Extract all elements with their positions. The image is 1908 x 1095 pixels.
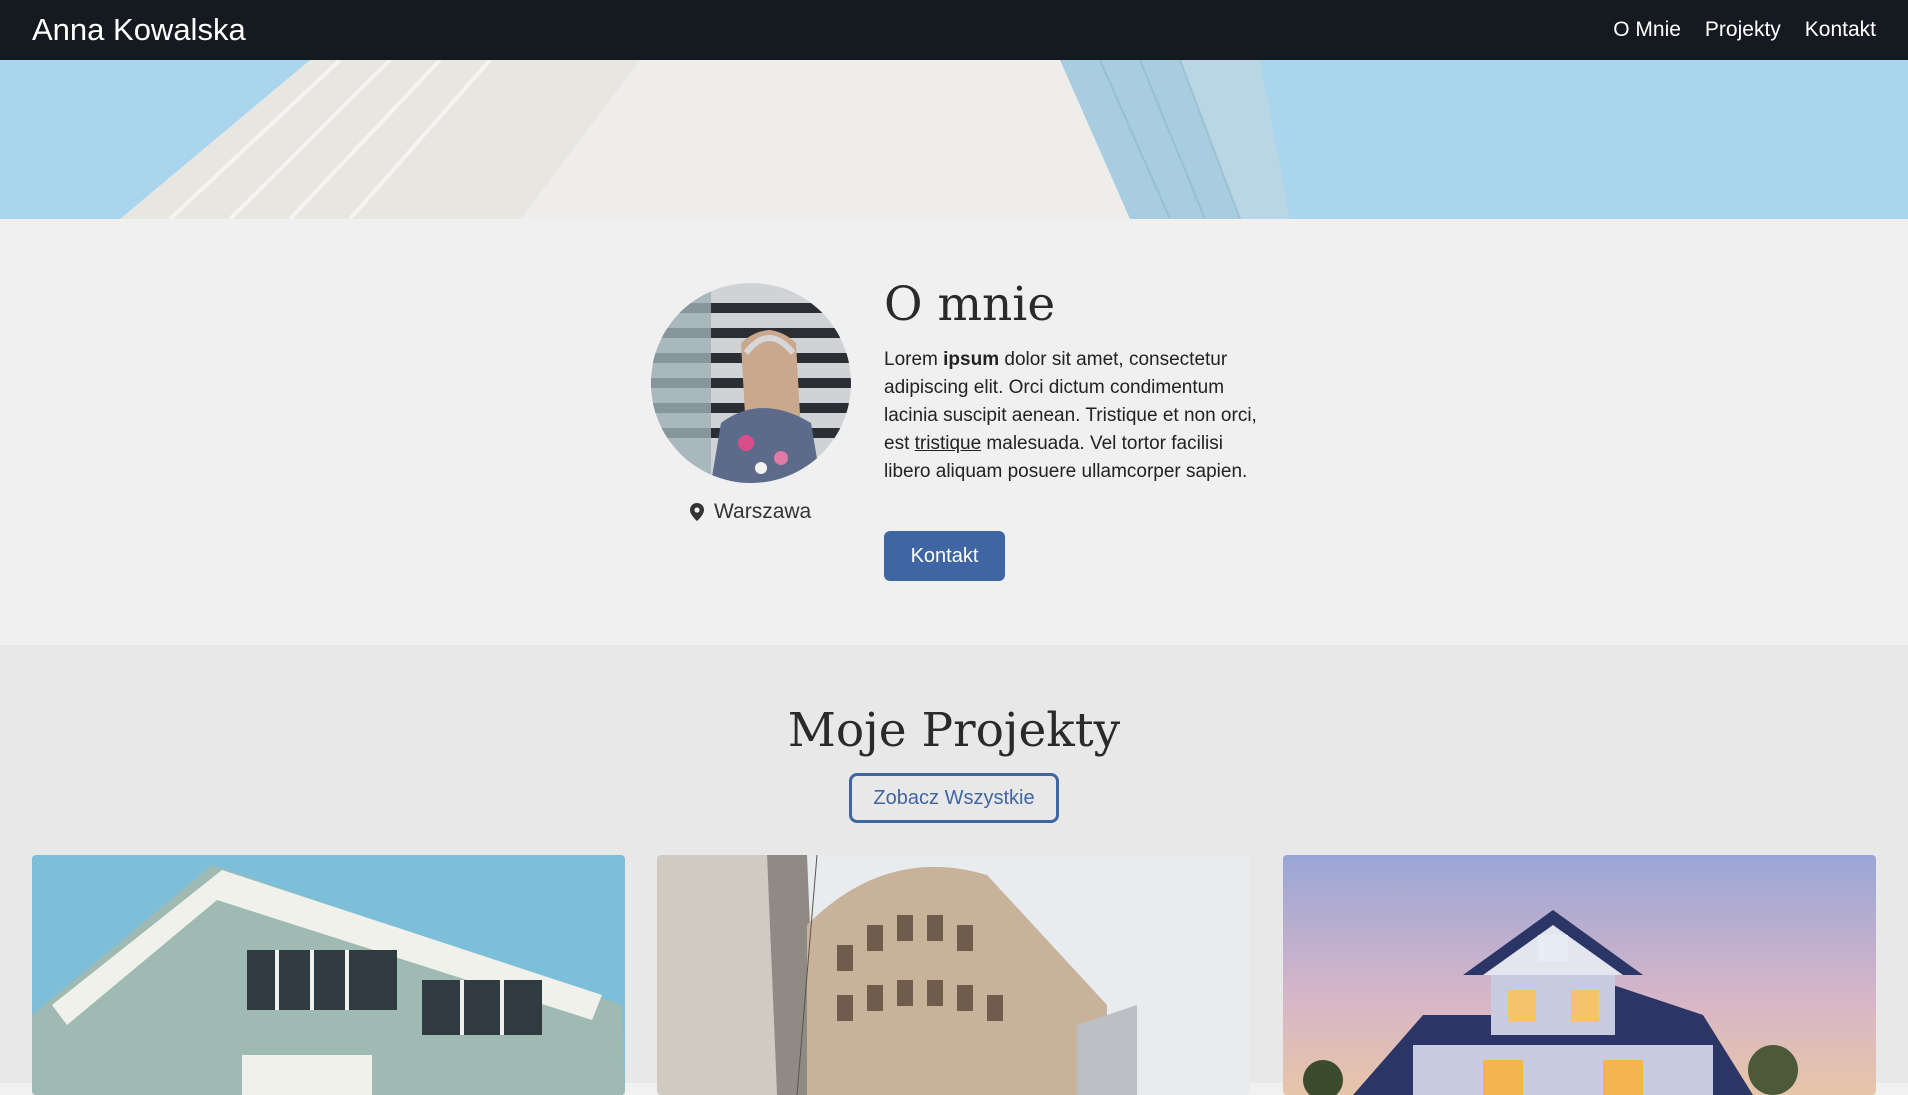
about-text-part: Lorem [884, 349, 944, 370]
view-all-button[interactable]: Zobacz Wszystkie [849, 773, 1059, 823]
nav-links: O Mnie Projekty Kontakt [1613, 18, 1876, 42]
about-section: Warszawa O mnie Lorem ipsum dolor sit am… [0, 219, 1908, 645]
nav-link-o-mnie[interactable]: O Mnie [1613, 18, 1681, 42]
projects-section: Moje Projekty Zobacz Wszystkie [0, 645, 1908, 1095]
avatar [651, 283, 851, 483]
brand-name[interactable]: Anna Kowalska [32, 12, 246, 48]
location-label: Warszawa [714, 500, 812, 523]
projects-title: Moje Projekty [787, 703, 1121, 758]
about-title: O mnie [884, 277, 1056, 332]
project-card-2[interactable] [657, 855, 1250, 1095]
about-text-bold: ipsum [943, 349, 1000, 370]
contact-button[interactable]: Kontakt [884, 531, 1005, 581]
map-pin-icon [690, 503, 704, 521]
navbar: Anna Kowalska O Mnie Projekty Kontakt [0, 0, 1908, 60]
nav-link-kontakt[interactable]: Kontakt [1805, 18, 1876, 42]
nav-link-projekty[interactable]: Projekty [1705, 18, 1781, 42]
project-card-3[interactable] [1283, 855, 1876, 1095]
location: Warszawa [690, 500, 811, 524]
about-text-underline: tristique [914, 433, 982, 454]
about-text: Lorem ipsum dolor sit amet, consectetur … [884, 346, 1264, 486]
project-card-1[interactable] [32, 855, 625, 1095]
hero-image [0, 60, 1908, 219]
